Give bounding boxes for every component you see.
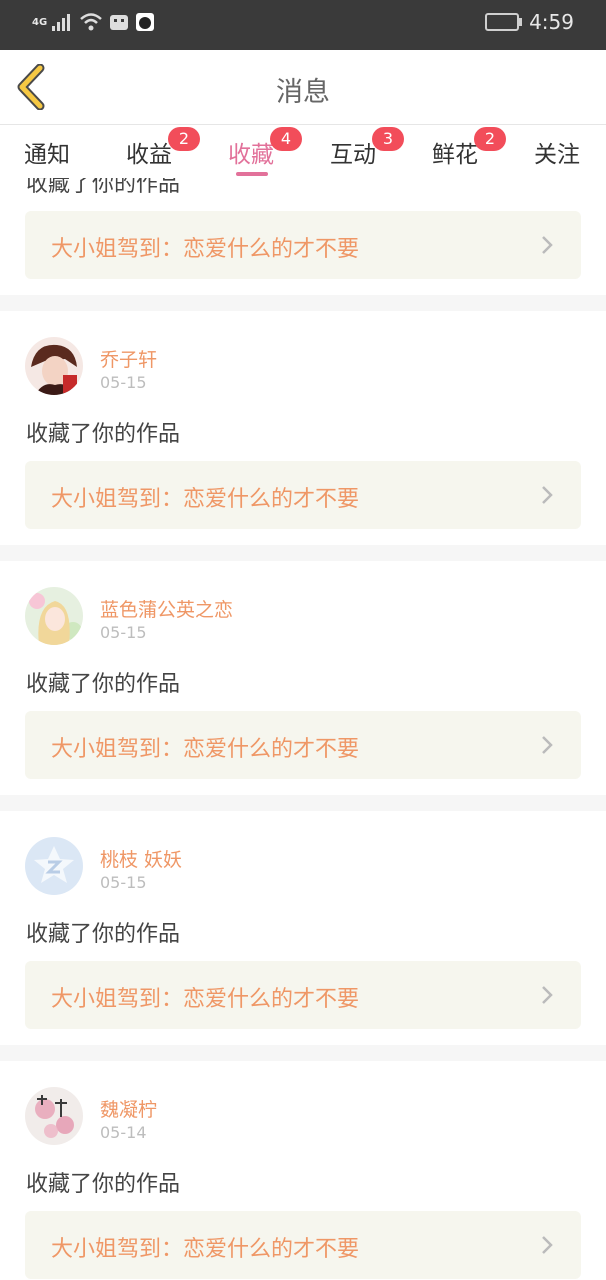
work-title: 大小姐驾到：恋爱什么的才不要 — [51, 487, 360, 512]
wifi-icon — [80, 13, 103, 31]
user-name[interactable]: 乔子轩 — [100, 345, 157, 372]
action-text: 收藏了你的作品 — [26, 422, 181, 447]
tab-earnings[interactable]: 收益 2 — [126, 127, 200, 169]
tab-badge: 4 — [270, 127, 302, 151]
tab-label: 互动 — [330, 142, 376, 168]
avatar[interactable] — [25, 337, 83, 395]
chevron-right-icon — [542, 236, 553, 254]
item-date: 05-15 — [100, 373, 147, 392]
work-title: 大小姐驾到：恋爱什么的才不要 — [51, 737, 360, 762]
action-text: 收藏了你的作品 — [26, 672, 181, 697]
active-tab-indicator — [236, 172, 268, 176]
action-text: 收藏了你的作品 — [26, 1172, 181, 1197]
work-title: 大小姐驾到：恋爱什么的才不要 — [51, 237, 360, 262]
calligraphy-avatar-icon — [25, 1087, 83, 1145]
avatar[interactable] — [25, 587, 83, 645]
tab-badge: 2 — [168, 127, 200, 151]
signal-icon — [52, 14, 71, 31]
tab-badge: 2 — [474, 127, 506, 151]
chevron-right-icon — [542, 1236, 553, 1254]
tab-interaction[interactable]: 互动 3 — [330, 127, 404, 169]
status-bar: 4G 4:59 — [0, 0, 606, 50]
user-name[interactable]: 魏凝柠 — [100, 1095, 157, 1122]
status-icons-left: 4G — [32, 12, 155, 32]
work-link-card[interactable]: 大小姐驾到：恋爱什么的才不要 — [25, 461, 581, 529]
status-icons-right: 4:59 — [485, 10, 574, 34]
anime-girl-avatar-icon — [25, 587, 83, 645]
tab-favorites[interactable]: 收藏 4 — [228, 127, 302, 169]
tab-flowers[interactable]: 鲜花 2 — [432, 127, 506, 169]
work-title: 大小姐驾到：恋爱什么的才不要 — [51, 987, 360, 1012]
section-divider — [0, 1045, 606, 1061]
item-date: 05-15 — [100, 623, 147, 642]
app-icon — [136, 13, 155, 31]
tab-notice[interactable]: 通知 — [24, 135, 70, 169]
item-date: 05-15 — [100, 873, 147, 892]
default-qq-avatar-icon — [25, 837, 83, 895]
work-link-card[interactable]: 大小姐驾到：恋爱什么的才不要 — [25, 961, 581, 1029]
work-title: 大小姐驾到：恋爱什么的才不要 — [51, 1237, 360, 1262]
work-link-card[interactable]: 大小姐驾到：恋爱什么的才不要 — [25, 211, 581, 279]
tab-badge: 3 — [372, 127, 404, 151]
item-date: 05-14 — [100, 1123, 147, 1142]
user-name[interactable]: 桃枝 妖妖 — [100, 845, 182, 872]
work-link-card[interactable]: 大小姐驾到：恋爱什么的才不要 — [25, 1211, 581, 1279]
tab-label: 收藏 — [228, 142, 274, 168]
network-label: 4G — [32, 16, 48, 28]
anime-boy-avatar-icon — [25, 337, 83, 395]
chevron-right-icon — [542, 486, 553, 504]
tab-label: 收益 — [126, 142, 172, 168]
clock: 4:59 — [529, 10, 574, 34]
chevron-right-icon — [542, 986, 553, 1004]
user-name[interactable]: 蓝色蒲公英之恋 — [100, 595, 233, 622]
action-text: 收藏了你的作品 — [26, 922, 181, 947]
section-divider — [0, 545, 606, 561]
battery-icon — [485, 13, 523, 31]
tab-follow[interactable]: 关注 — [534, 135, 580, 169]
nav-bar: 消息 — [0, 50, 606, 125]
section-divider — [0, 295, 606, 311]
chevron-right-icon — [542, 736, 553, 754]
avatar[interactable] — [25, 1087, 83, 1145]
notification-icon — [110, 15, 129, 30]
section-divider — [0, 795, 606, 811]
tab-label: 鲜花 — [432, 142, 478, 168]
avatar[interactable] — [25, 837, 83, 895]
tab-bar: 通知 收益 2 收藏 4 互动 3 鲜花 2 关注 — [0, 125, 606, 180]
page-title: 消息 — [276, 77, 330, 108]
tab-label: 通知 — [24, 142, 70, 168]
work-link-card[interactable]: 大小姐驾到：恋爱什么的才不要 — [25, 711, 581, 779]
tab-label: 关注 — [534, 142, 580, 168]
